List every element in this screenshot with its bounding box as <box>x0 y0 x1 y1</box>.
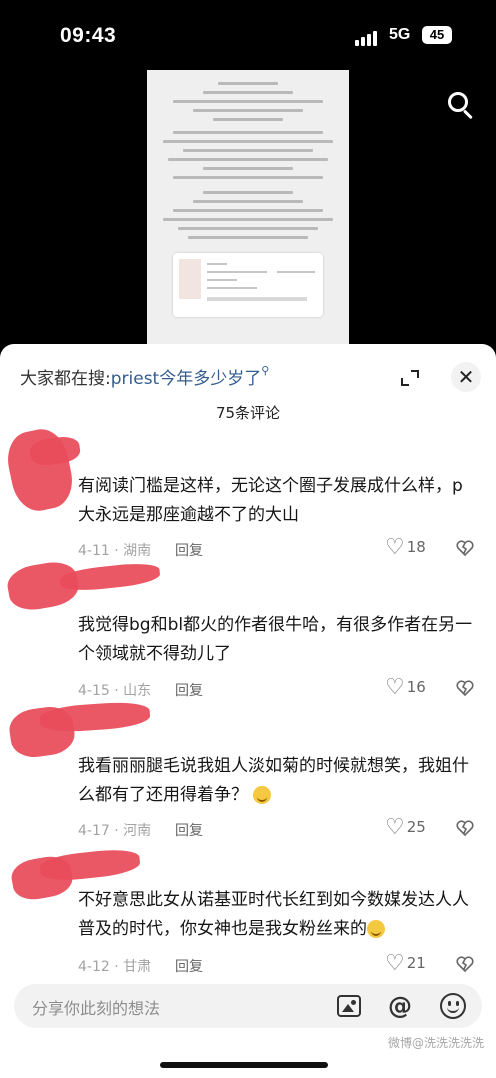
broken-heart-icon[interactable] <box>455 678 475 698</box>
redacted-username <box>39 700 151 734</box>
status-bar: 09:43 5G 45 <box>0 0 496 60</box>
comment-text: 不好意思此女从诺基亚时代长红到如今数媒发达人人普及的时代，你女神也是我女粉丝来的 <box>78 890 469 939</box>
comment-meta: 4-15 · 山东 <box>78 683 152 699</box>
reply-button[interactable]: 回复 <box>175 820 203 840</box>
watermark: 微博@洗洗洗洗洗 <box>388 1036 485 1050</box>
home-indicator[interactable] <box>160 1062 328 1068</box>
expand-icon[interactable] <box>398 366 422 390</box>
search-suggestion[interactable]: 大家都在搜:priest今年多少岁了⚲ <box>20 364 269 389</box>
redacted-username <box>38 846 142 884</box>
status-time: 09:43 <box>60 24 117 47</box>
like-button[interactable]: ♡ 18 <box>385 535 426 560</box>
like-button[interactable]: ♡ 21 <box>385 951 426 976</box>
like-count: 16 <box>406 678 426 696</box>
like-button[interactable]: ♡ 16 <box>385 675 426 700</box>
network-type: 5G <box>389 26 411 43</box>
comment-text: 有阅读门槛是这样，无论这个圈子发展成什么样，p大永远是那座逾越不了的大山 <box>78 476 463 525</box>
comment-text: 我看丽丽腿毛说我姐人淡如菊的时候就想笑，我姐什么都有了还用得着争？ <box>78 756 469 805</box>
comment-sheet: 大家都在搜:priest今年多少岁了⚲ ✕ 75条评论 有阅读门槛是这样，无论这… <box>0 344 496 1078</box>
emoji-icon[interactable] <box>440 993 466 1019</box>
heart-icon: ♡ <box>385 535 405 560</box>
suggestion-prefix: 大家都在搜: <box>20 369 111 389</box>
suggestion-keyword[interactable]: priest今年多少岁了 <box>111 369 262 389</box>
like-button[interactable]: ♡ 25 <box>385 815 426 840</box>
battery-icon: 45 <box>422 26 452 44</box>
comment-item: 我觉得bg和bl都火的作者很牛哈，有很多作者在另一个领域就不得劲儿了 4-15 … <box>0 558 496 700</box>
close-icon[interactable]: ✕ <box>451 362 481 392</box>
heart-icon: ♡ <box>385 951 405 976</box>
comment-meta: 4-17 · 河南 <box>78 823 152 839</box>
at-icon[interactable]: @ <box>387 993 413 1019</box>
like-count: 18 <box>406 538 426 556</box>
reply-button[interactable]: 回复 <box>175 956 203 976</box>
video-document-preview[interactable] <box>147 70 349 360</box>
image-icon[interactable] <box>337 995 361 1017</box>
comment-input[interactable]: 分享你此刻的想法 @ <box>14 984 482 1028</box>
broken-heart-icon[interactable] <box>455 818 475 838</box>
comment-text: 我觉得bg和bl都火的作者很牛哈，有很多作者在另一个领域就不得劲儿了 <box>78 615 473 664</box>
comment-item: 有阅读门槛是这样，无论这个圈子发展成什么样，p大永远是那座逾越不了的大山 4-1… <box>0 420 496 560</box>
signal-icon <box>355 28 381 46</box>
comment-item: 我看丽丽腿毛说我姐人淡如菊的时候就想笑，我姐什么都有了还用得着争？ 4-17 ·… <box>0 700 496 844</box>
heart-icon: ♡ <box>385 815 405 840</box>
heart-icon: ♡ <box>385 675 405 700</box>
comment-input-bar: 分享你此刻的想法 @ 微博@洗洗洗洗洗 <box>0 976 496 1078</box>
comment-meta: 4-12 · 甘肃 <box>78 959 152 975</box>
comment-item: 不好意思此女从诺基亚时代长红到如今数媒发达人人普及的时代，你女神也是我女粉丝来的… <box>0 844 496 976</box>
like-count: 25 <box>406 818 426 836</box>
search-icon[interactable] <box>446 90 478 122</box>
broken-heart-icon[interactable] <box>455 538 475 558</box>
redacted-username <box>59 560 161 594</box>
broken-heart-icon[interactable] <box>455 954 475 974</box>
reply-button[interactable]: 回复 <box>175 540 203 560</box>
smile-emoji-icon <box>253 786 272 804</box>
comment-input-placeholder: 分享你此刻的想法 <box>32 999 161 1018</box>
like-count: 21 <box>406 954 426 972</box>
small-search-icon: ⚲ <box>261 364 270 377</box>
comment-meta: 4-11 · 湖南 <box>78 543 152 559</box>
reply-button[interactable]: 回复 <box>175 680 203 700</box>
thinking-emoji-icon <box>367 920 385 938</box>
document-embedded-card <box>173 253 323 317</box>
